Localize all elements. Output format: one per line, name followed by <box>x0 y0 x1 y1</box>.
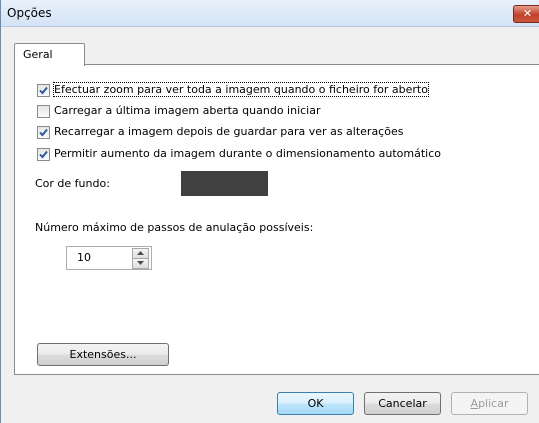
ok-button-label: OK <box>307 397 324 410</box>
reload-after-save-label: Recarregar a imagem depois de guardar pa… <box>54 125 404 138</box>
tab-label: Geral <box>23 48 53 61</box>
close-button[interactable]: ✕ <box>513 5 539 23</box>
checkmark-icon <box>39 128 48 137</box>
load-last-image-label: Carregar a última imagem aberta quando i… <box>54 104 321 117</box>
checkmark-icon <box>39 150 48 159</box>
checkmark-icon <box>39 86 48 95</box>
window-title: Opções <box>7 6 52 20</box>
ok-button[interactable]: OK <box>277 392 354 415</box>
undo-steps-label: Número máximo de passos de anulação poss… <box>35 221 314 234</box>
apply-mnemonic: A <box>470 397 479 410</box>
arrow-up-icon <box>137 251 144 255</box>
allow-enlarge-label: Permitir aumento da imagem durante o dim… <box>54 147 441 160</box>
cancel-button-label: Cancelar <box>378 397 427 410</box>
title-bar: Opções ✕ <box>1 0 539 27</box>
zoom-to-fit-label: Efectuar zoom para ver toda a imagem qua… <box>53 82 429 97</box>
load-last-image-checkbox[interactable] <box>37 105 50 118</box>
undo-steps-value[interactable]: 10 <box>77 251 91 264</box>
options-dialog: Opções ✕ Geral Efectuar zoom para ver to… <box>0 0 539 423</box>
spin-down-button[interactable] <box>132 258 149 269</box>
arrow-down-icon <box>137 261 144 265</box>
apply-button[interactable]: Aplicar <box>451 392 528 415</box>
background-color-swatch[interactable] <box>181 171 268 196</box>
extensions-button-label: Extensões... <box>69 348 137 361</box>
tab-geral[interactable]: Geral <box>14 43 85 66</box>
cancel-button[interactable]: Cancelar <box>364 392 441 415</box>
allow-enlarge-checkbox[interactable] <box>37 148 50 161</box>
zoom-to-fit-checkbox[interactable] <box>37 84 50 97</box>
close-icon: ✕ <box>522 7 533 20</box>
background-color-label: Cor de fundo: <box>35 177 110 190</box>
extensions-button[interactable]: Extensões... <box>37 343 169 366</box>
undo-steps-spinner[interactable]: 10 <box>66 246 152 270</box>
reload-after-save-checkbox[interactable] <box>37 126 50 139</box>
apply-button-label: plicar <box>478 397 509 410</box>
